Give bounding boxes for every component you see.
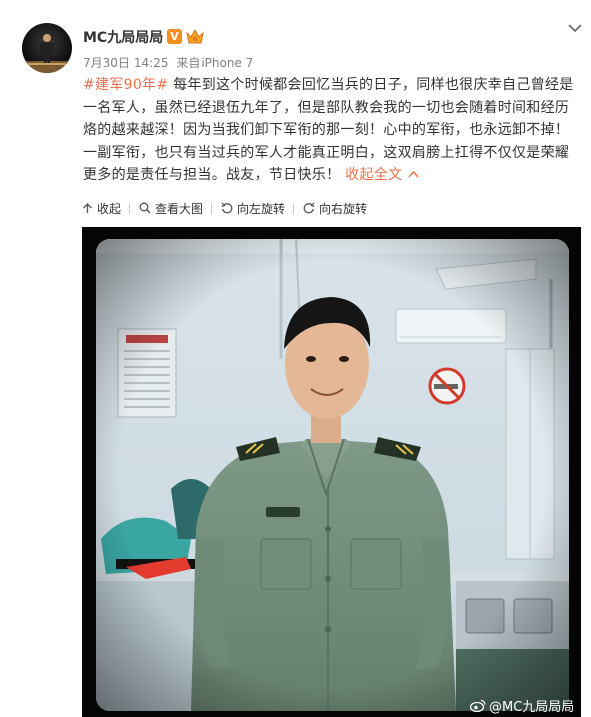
crown-icon[interactable] — [185, 28, 205, 45]
toolbar-divider — [129, 202, 131, 214]
rotate-left-button[interactable]: 向左旋转 — [221, 200, 293, 217]
toolbar-divider — [211, 202, 213, 214]
view-large-button[interactable]: 查看大图 — [139, 200, 211, 217]
collapse-image-button[interactable]: 收起 — [82, 200, 129, 217]
soldier-photo — [96, 239, 569, 711]
rotate-right-button[interactable]: 向右旋转 — [303, 200, 375, 217]
arrow-up-icon — [83, 203, 92, 213]
avatar[interactable] — [22, 23, 72, 73]
chevron-down-icon[interactable] — [567, 22, 583, 34]
chevron-up-icon — [408, 170, 419, 178]
collapse-text-link[interactable]: 收起全文 — [345, 167, 419, 183]
post-date[interactable]: 7月30日 — [83, 56, 130, 70]
weibo-logo-icon — [470, 699, 486, 712]
post-time[interactable]: 14:25 — [134, 56, 169, 70]
collapse-text-label: 收起全文 — [345, 167, 403, 183]
post-source[interactable]: iPhone 7 — [201, 56, 253, 70]
hashtag-link[interactable]: #建军90年# — [83, 77, 168, 93]
collapse-image-label: 收起 — [97, 201, 122, 216]
post-text: #建军90年# 每年到这个时候都会回忆当兵的日子，同样也很庆幸自己曾经是一名军人… — [83, 74, 581, 187]
post-image[interactable] — [82, 227, 581, 717]
image-watermark: @MC九局局局 — [470, 696, 574, 715]
image-toolbar: 收起 查看大图 向左旋转 向右旋转 — [82, 198, 375, 218]
source-prefix: 来自 — [176, 56, 201, 70]
weibo-post-card: MC九局局局 V 7月30日 14:25 来自iPhone 7 #建军90年# 每… — [0, 0, 591, 717]
rotate-left-icon — [221, 202, 233, 214]
toolbar-divider — [293, 202, 295, 214]
post-meta: 7月30日 14:25 来自iPhone 7 — [83, 54, 257, 71]
verified-badge[interactable]: V — [167, 29, 182, 44]
rotate-right-icon — [303, 202, 315, 214]
view-large-label: 查看大图 — [155, 201, 204, 216]
watermark-text: @MC九局局局 — [489, 700, 575, 715]
search-icon — [139, 202, 151, 214]
author-name[interactable]: MC九局局局 — [83, 27, 163, 47]
rotate-left-label: 向左旋转 — [237, 201, 286, 216]
rotate-right-label: 向右旋转 — [319, 201, 368, 216]
